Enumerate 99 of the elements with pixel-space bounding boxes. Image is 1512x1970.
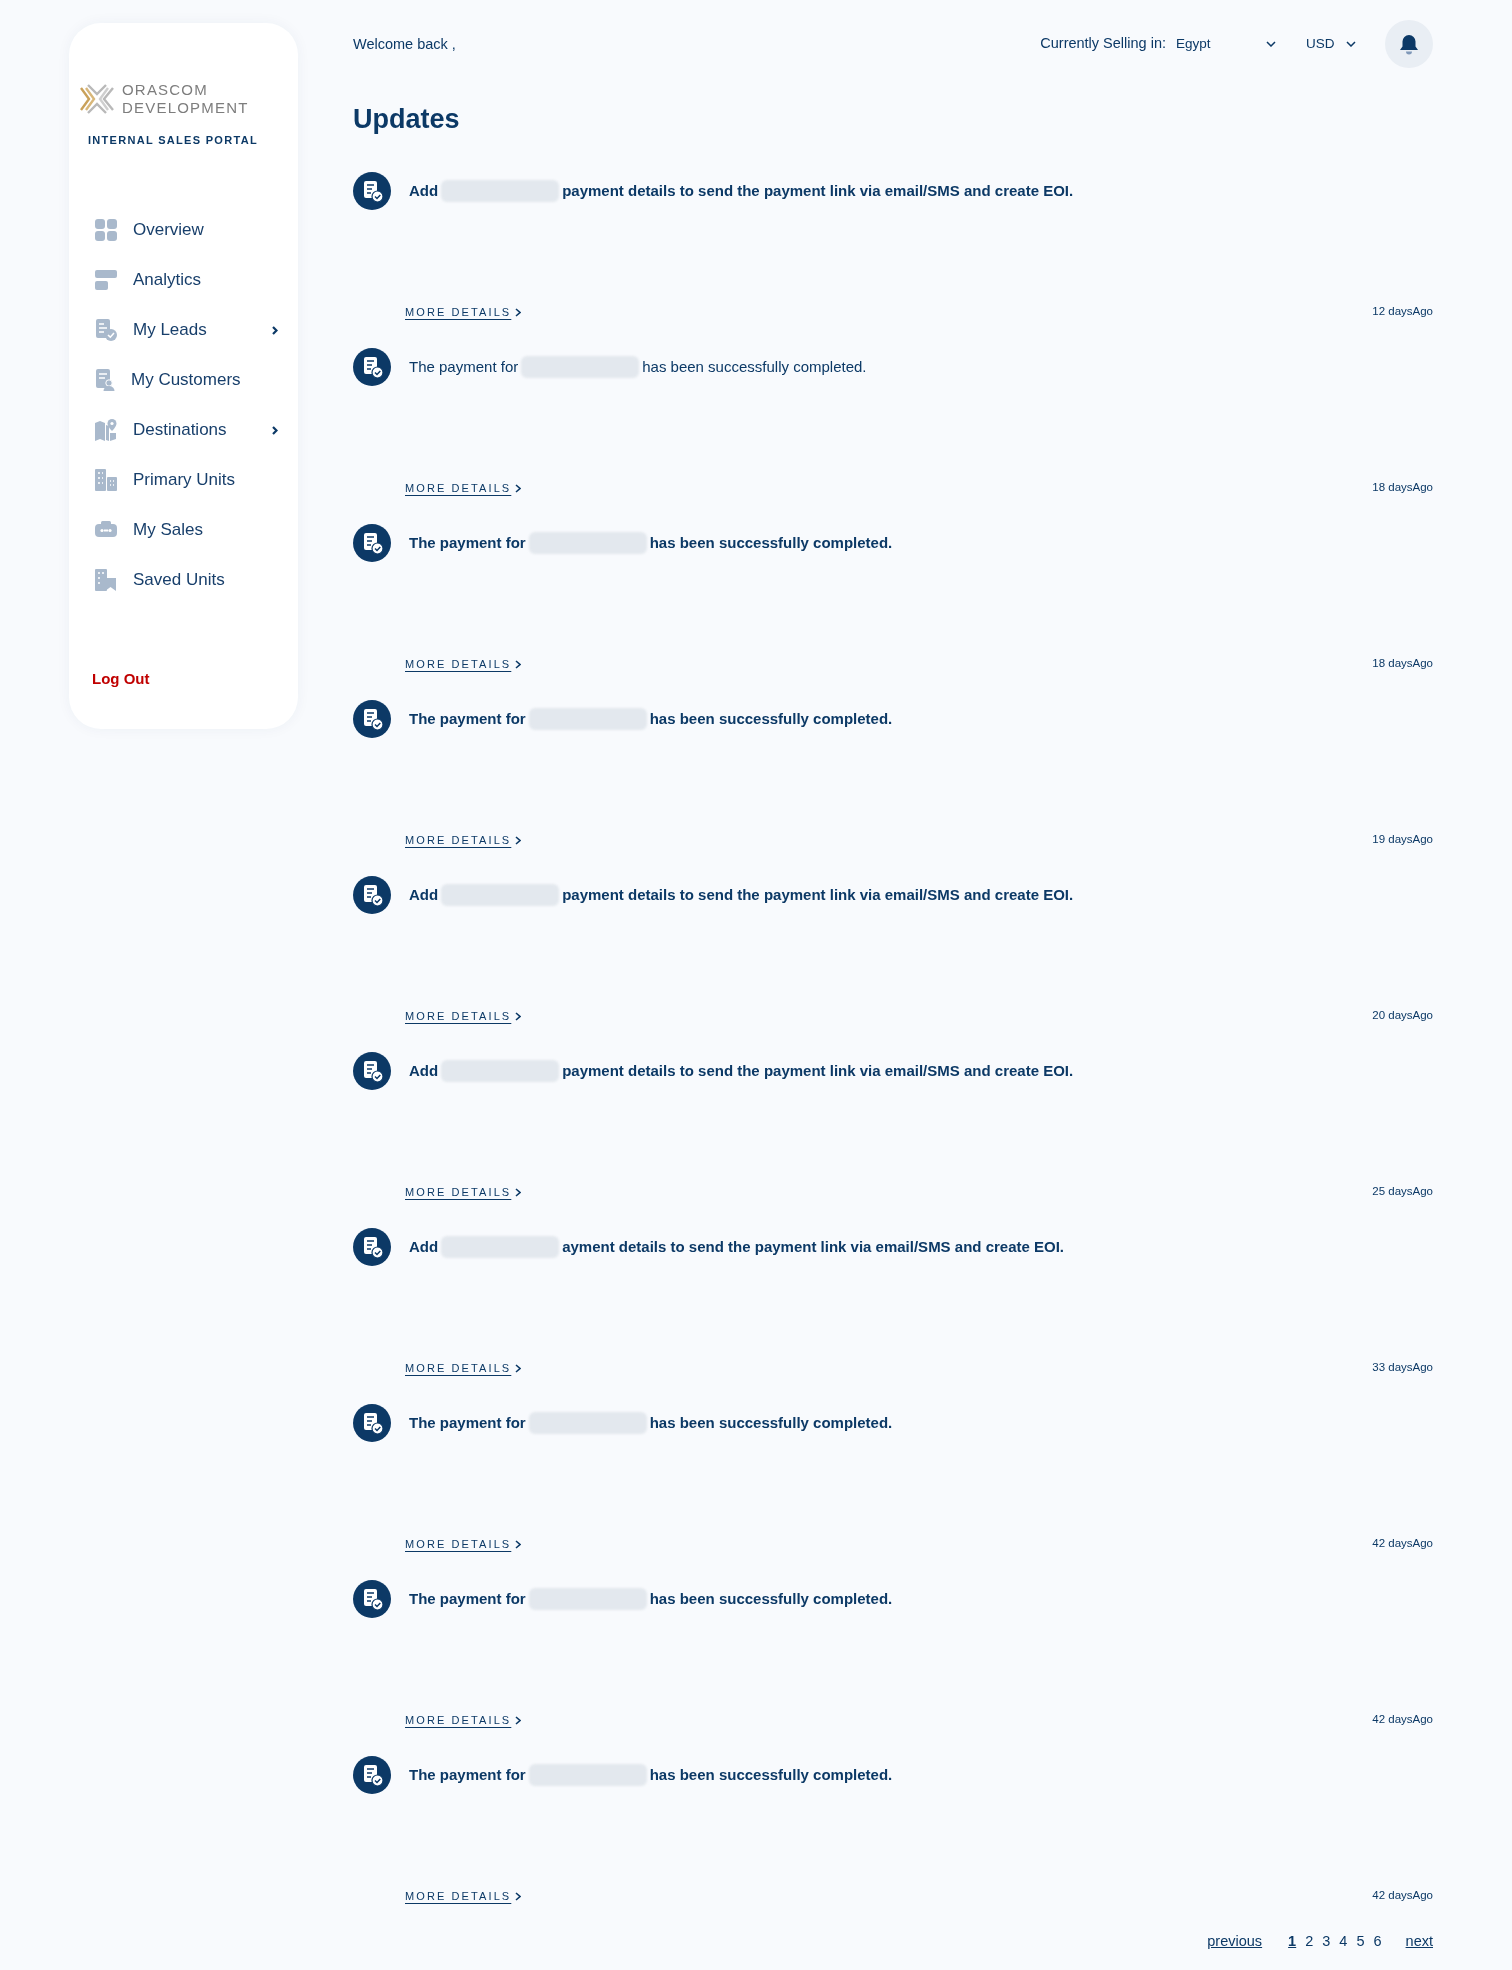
chevron-right-icon bbox=[272, 325, 278, 335]
selling-label: Currently Selling in: bbox=[1040, 34, 1166, 54]
nav-item[interactable]: Saved Units bbox=[69, 555, 298, 605]
page-link[interactable]: 3 bbox=[1322, 1931, 1331, 1953]
country-dropdown[interactable]: Egypt bbox=[1176, 33, 1276, 55]
document-check-icon bbox=[353, 524, 391, 562]
previous-link[interactable]: previous bbox=[1207, 1931, 1263, 1953]
chevron-right-icon bbox=[515, 1363, 522, 1373]
timestamp: 18 daysAgo bbox=[1372, 656, 1433, 672]
chevron-down-icon bbox=[1266, 41, 1276, 47]
page-link[interactable]: 1 bbox=[1288, 1931, 1297, 1953]
nav-item[interactable]: My Leads bbox=[69, 305, 298, 355]
message-text: The payment for bbox=[409, 532, 526, 553]
page-link[interactable]: 5 bbox=[1356, 1931, 1365, 1953]
page-link[interactable]: 4 bbox=[1339, 1931, 1348, 1953]
message-text: has been successfully completed. bbox=[642, 356, 867, 377]
more-details-link[interactable]: MORE DETAILS bbox=[405, 303, 522, 321]
chevron-right-icon bbox=[515, 307, 522, 317]
timestamp: 33 daysAgo bbox=[1372, 1360, 1433, 1376]
logo-icon bbox=[80, 84, 114, 114]
document-check-icon bbox=[353, 876, 391, 914]
document-check-icon bbox=[353, 1756, 391, 1794]
document-check-icon bbox=[353, 1404, 391, 1442]
message-text: payment details to send the payment link via email/SMS and create EOI. bbox=[562, 180, 1074, 201]
chevron-right-icon bbox=[515, 835, 522, 845]
nav-item[interactable]: Primary Units bbox=[69, 455, 298, 505]
chevron-right-icon bbox=[515, 1891, 522, 1901]
currency-dropdown[interactable]: USD bbox=[1306, 33, 1356, 55]
message-text: payment details to send the payment link via email/SMS and create EOI. bbox=[562, 1060, 1074, 1081]
document-check-icon bbox=[353, 348, 391, 386]
chevron-right-icon bbox=[515, 659, 522, 669]
notification-button[interactable] bbox=[1385, 20, 1433, 68]
message-text: Add bbox=[409, 180, 439, 201]
chevron-right-icon bbox=[515, 1539, 522, 1549]
document-check-icon bbox=[353, 172, 391, 210]
timestamp: 42 daysAgo bbox=[1372, 1536, 1433, 1552]
nav-item[interactable]: Destinations bbox=[69, 405, 298, 455]
more-details-link[interactable]: MORE DETAILS bbox=[405, 1711, 522, 1729]
building-bookmark-icon bbox=[95, 569, 117, 591]
message-text: has been successfully completed. bbox=[649, 532, 893, 553]
more-details-link[interactable]: MORE DETAILS bbox=[405, 479, 522, 497]
message-text: The payment for bbox=[409, 708, 526, 729]
message-text: payment details to send the payment link via email/SMS and create EOI. bbox=[562, 884, 1074, 905]
timestamp: 12 daysAgo bbox=[1372, 304, 1433, 320]
more-details-link[interactable]: MORE DETAILS bbox=[405, 1007, 522, 1025]
welcome-text: Welcome back , bbox=[353, 35, 456, 55]
chevron-right-icon bbox=[272, 425, 278, 435]
chevron-right-icon bbox=[515, 1011, 522, 1021]
chevron-right-icon bbox=[515, 1715, 522, 1725]
nav-item[interactable]: Overview bbox=[69, 205, 298, 255]
page-title: Updates bbox=[353, 103, 461, 135]
page-link[interactable]: 2 bbox=[1305, 1931, 1314, 1953]
chevron-right-icon bbox=[515, 483, 522, 493]
message-text: has been successfully completed. bbox=[649, 1412, 893, 1433]
message-text: The payment for bbox=[409, 1412, 526, 1433]
message-text: The payment for bbox=[409, 1764, 526, 1785]
more-details-link[interactable]: MORE DETAILS bbox=[405, 1535, 522, 1553]
grid-icon bbox=[95, 219, 117, 241]
chevron-down-icon bbox=[1346, 41, 1356, 47]
logo-text: ORASCOM DEVELOPMENT bbox=[122, 81, 249, 117]
message-text: The payment for bbox=[409, 1588, 526, 1609]
more-details-link[interactable]: MORE DETAILS bbox=[405, 1887, 522, 1905]
more-details-link[interactable]: MORE DETAILS bbox=[405, 1359, 522, 1377]
more-details-link[interactable]: MORE DETAILS bbox=[405, 831, 522, 849]
nav-item[interactable]: Analytics bbox=[69, 255, 298, 305]
logout-link[interactable]: Log Out bbox=[92, 669, 150, 689]
timestamp: 25 daysAgo bbox=[1372, 1184, 1433, 1200]
nav-item[interactable]: My Sales bbox=[69, 505, 298, 555]
map-pin-icon bbox=[95, 419, 117, 441]
more-details-link[interactable]: MORE DETAILS bbox=[405, 655, 522, 673]
chevron-right-icon bbox=[515, 1187, 522, 1197]
message-text: The payment for bbox=[409, 356, 519, 377]
document-check-icon bbox=[353, 1052, 391, 1090]
message-text: Add bbox=[409, 884, 439, 905]
message-text: has been successfully completed. bbox=[649, 708, 893, 729]
message-text: has been successfully completed. bbox=[649, 1588, 893, 1609]
layout-icon bbox=[95, 270, 117, 290]
message-text: Add bbox=[409, 1236, 439, 1257]
bell-icon bbox=[1399, 33, 1419, 55]
timestamp: 42 daysAgo bbox=[1372, 1712, 1433, 1728]
more-details-link[interactable]: MORE DETAILS bbox=[405, 1183, 522, 1201]
ticket-icon bbox=[95, 521, 117, 539]
document-check-icon bbox=[353, 1228, 391, 1266]
document-check-icon bbox=[353, 700, 391, 738]
document-check-icon bbox=[353, 1580, 391, 1618]
timestamp: 42 daysAgo bbox=[1372, 1888, 1433, 1904]
message-text: ayment details to send the payment link via email/SMS and create EOI. bbox=[562, 1236, 1064, 1257]
timestamp: 19 daysAgo bbox=[1372, 832, 1433, 848]
timestamp: 18 daysAgo bbox=[1372, 480, 1433, 496]
page-link[interactable]: 6 bbox=[1373, 1931, 1382, 1953]
timestamp: 20 daysAgo bbox=[1372, 1008, 1433, 1024]
portal-subtitle: INTERNAL SALES PORTAL bbox=[88, 133, 259, 147]
checklist-icon bbox=[95, 319, 117, 341]
document-user-icon bbox=[95, 369, 115, 391]
message-text: Add bbox=[409, 1060, 439, 1081]
next-link[interactable]: next bbox=[1405, 1931, 1433, 1953]
nav-item[interactable]: My Customers bbox=[69, 355, 298, 405]
message-text: has been successfully completed. bbox=[649, 1764, 893, 1785]
buildings-icon bbox=[95, 469, 117, 491]
